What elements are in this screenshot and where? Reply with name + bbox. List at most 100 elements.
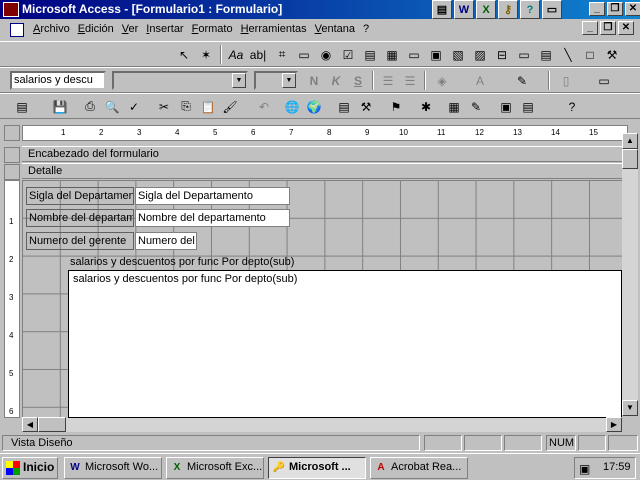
detail-section-bar[interactable]: Detalle — [4, 163, 628, 180]
scroll-up-icon[interactable]: ▲ — [622, 133, 638, 149]
special-effect-icon[interactable]: ▭ — [594, 71, 614, 90]
database-window-icon[interactable]: ▣ — [496, 97, 516, 116]
properties-icon[interactable]: ▦ — [444, 97, 464, 116]
access-app-icon[interactable] — [3, 2, 19, 17]
bold-button[interactable]: N — [304, 71, 324, 90]
scroll-left-icon[interactable]: ◀ — [22, 417, 38, 432]
excel-icon[interactable]: X — [476, 0, 496, 19]
scroll-right-icon[interactable]: ▶ — [606, 417, 622, 432]
copy-icon[interactable]: ⎘ — [176, 97, 196, 116]
insert-hyperlink-icon[interactable]: 🌐 — [282, 97, 302, 116]
list-box-icon[interactable]: ▦ — [382, 45, 402, 64]
close-button[interactable]: ✕ — [625, 2, 640, 16]
subform-control[interactable]: salarios y descuentos por func Por depto… — [68, 270, 622, 418]
label-sigla[interactable]: Sigla del Departamen — [26, 187, 134, 205]
image-tool-icon[interactable]: ▣ — [426, 45, 446, 64]
vertical-scrollbar[interactable]: ▲ ▼ — [622, 133, 638, 416]
menu-ver[interactable]: Ver — [122, 23, 139, 35]
tab-control-icon[interactable]: ▭ — [514, 45, 534, 64]
help-icon[interactable]: ? — [562, 97, 582, 116]
chevron-down-icon[interactable]: ▼ — [232, 73, 246, 88]
italic-button[interactable]: K — [326, 71, 346, 90]
page-break-icon[interactable]: ⊟ — [492, 45, 512, 64]
notepad-icon[interactable]: ▤ — [432, 0, 452, 19]
command-button-icon[interactable]: ▭ — [404, 45, 424, 64]
scroll-thumb[interactable] — [38, 417, 66, 432]
doc-close-button[interactable]: ✕ — [618, 21, 634, 35]
font-color-icon[interactable]: A — [470, 71, 490, 90]
font-combo[interactable]: ▼ — [112, 71, 248, 90]
menu-formato[interactable]: Formato — [192, 23, 233, 35]
horizontal-scrollbar[interactable]: ◀ ▶ — [22, 417, 622, 432]
paste-icon[interactable]: 📋 — [198, 97, 218, 116]
menu-ventana[interactable]: Ventana — [315, 23, 355, 35]
task-access[interactable]: 🔑 Microsoft ... — [268, 457, 366, 479]
doc-restore-button[interactable]: ❐ — [600, 21, 616, 35]
option-button-icon[interactable]: ◉ — [316, 45, 336, 64]
combo-box-icon[interactable]: ▤ — [360, 45, 380, 64]
autoformat-icon[interactable]: ⚑ — [386, 97, 406, 116]
horizontal-ruler[interactable]: 1 2 3 4 5 6 7 8 9 10 11 12 13 14 15 — [22, 125, 628, 141]
label-numero-gerente[interactable]: Numero del gerente — [26, 232, 134, 250]
web-toolbar-icon[interactable]: 🌍 — [304, 97, 324, 116]
scheduler-icon[interactable]: ▣ — [579, 460, 590, 478]
textbox-tool-icon[interactable]: ab| — [248, 45, 268, 64]
menu-help[interactable]: ? — [363, 23, 369, 35]
field-list-icon[interactable]: ▤ — [334, 97, 354, 116]
chevron-down-icon[interactable]: ▼ — [282, 73, 296, 88]
new-object-icon[interactable]: ▤ — [518, 97, 538, 116]
control-wizards-icon[interactable]: ✶ — [196, 45, 216, 64]
scroll-thumb[interactable] — [622, 149, 638, 169]
border-width-icon[interactable]: ▯ — [556, 71, 576, 90]
format-painter-icon[interactable]: 🖌 — [220, 97, 240, 116]
question-icon[interactable]: ? — [520, 0, 540, 19]
underline-button[interactable]: S — [348, 71, 368, 90]
build-icon[interactable]: ✎ — [466, 97, 486, 116]
option-group-icon[interactable]: ⌗ — [272, 45, 292, 64]
line-color-icon[interactable]: ✎ — [512, 71, 532, 90]
section-selector[interactable] — [4, 147, 20, 163]
code-icon[interactable]: ✱ — [416, 97, 436, 116]
line-tool-icon[interactable]: ╲ — [558, 45, 578, 64]
cut-icon[interactable]: ✂ — [154, 97, 174, 116]
clock[interactable]: 17:59 — [603, 461, 631, 473]
menu-insertar[interactable]: Insertar — [146, 23, 183, 35]
bound-object-icon[interactable]: ▨ — [470, 45, 490, 64]
doc-minimize-button[interactable]: _ — [582, 21, 598, 35]
textbox-nombre[interactable]: Nombre del departamento — [135, 209, 290, 227]
label-tool-icon[interactable]: Aa — [226, 45, 246, 64]
more-controls-icon[interactable]: ⚒ — [602, 45, 622, 64]
menu-archivo[interactable]: Archivo — [33, 23, 70, 35]
textbox-sigla[interactable]: Sigla del Departamento — [135, 187, 290, 205]
section-selector[interactable] — [4, 164, 20, 180]
form-selector[interactable] — [4, 125, 20, 141]
vertical-ruler[interactable]: 1 2 3 4 5 6 — [4, 180, 20, 418]
fill-color-icon[interactable]: ◈ — [432, 71, 452, 90]
word-icon[interactable]: W — [454, 0, 474, 19]
object-combo[interactable]: salarios y descu — [10, 71, 106, 90]
toolbox-icon[interactable]: ⚒ — [356, 97, 376, 116]
align-center-icon[interactable]: ☰ — [400, 71, 420, 90]
font-size-combo[interactable]: ▼ — [254, 71, 298, 90]
save-icon[interactable]: 💾 — [50, 97, 70, 116]
start-button[interactable]: Inicio — [2, 457, 58, 479]
scroll-down-icon[interactable]: ▼ — [622, 400, 638, 416]
view-icon[interactable]: ▤ — [12, 97, 32, 116]
form-header-section-bar[interactable]: Encabezado del formulario — [4, 146, 628, 163]
minimize-button[interactable]: _ — [589, 2, 605, 16]
task-acrobat[interactable]: A Acrobat Rea... — [370, 457, 468, 479]
task-excel[interactable]: X Microsoft Exc... — [166, 457, 264, 479]
align-left-icon[interactable]: ☰ — [378, 71, 398, 90]
unbound-object-icon[interactable]: ▧ — [448, 45, 468, 64]
checkbox-tool-icon[interactable]: ☑ — [338, 45, 358, 64]
spelling-icon[interactable]: ✓ — [124, 97, 144, 116]
monitor-icon[interactable]: ▭ — [542, 0, 562, 19]
textbox-numero-gerente[interactable]: Numero del — [135, 232, 197, 250]
rectangle-tool-icon[interactable]: □ — [580, 45, 600, 64]
select-objects-icon[interactable]: ↖ — [174, 45, 194, 64]
label-nombre[interactable]: Nombre del departam — [26, 209, 134, 227]
key-icon[interactable]: ⚷ — [498, 0, 518, 19]
form-document-icon[interactable] — [10, 23, 24, 37]
menu-edicion[interactable]: Edición — [78, 23, 114, 35]
print-icon[interactable]: ⎙ — [80, 97, 100, 116]
